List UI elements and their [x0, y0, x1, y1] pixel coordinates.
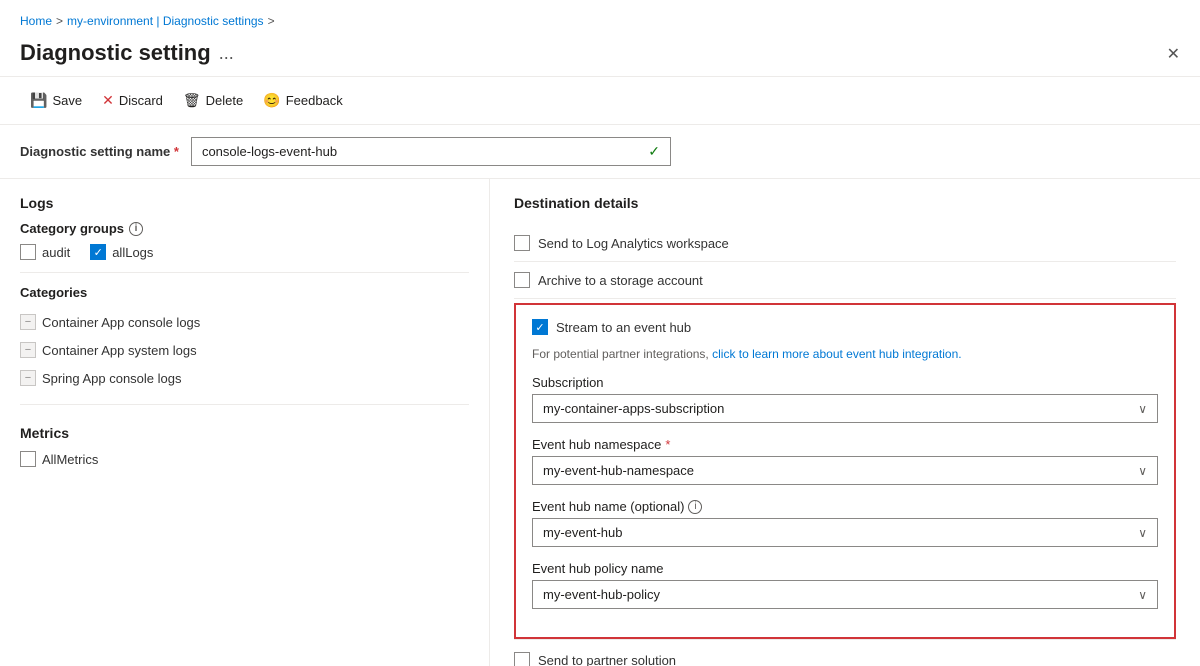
save-icon: 💾	[30, 92, 47, 109]
hub-name-arrow: ∨	[1138, 526, 1147, 540]
breadcrumb-sep1: >	[56, 14, 63, 28]
hub-name-value: my-event-hub	[543, 525, 1138, 540]
save-label: Save	[52, 93, 82, 108]
discard-button[interactable]: ✕ Discard	[92, 87, 173, 114]
breadcrumb-environment[interactable]: my-environment | Diagnostic settings	[67, 14, 264, 28]
page-title: Diagnostic setting	[20, 40, 211, 66]
categories-title: Categories	[20, 285, 469, 300]
allMetrics-checkbox-item[interactable]: AllMetrics	[20, 451, 469, 467]
main-content: Logs Category groups i audit allLogs Cat…	[0, 179, 1200, 666]
policy-name-field: Event hub policy name my-event-hub-polic…	[532, 561, 1158, 609]
feedback-label: Feedback	[286, 93, 343, 108]
namespace-arrow: ∨	[1138, 464, 1147, 478]
cat-checkbox-1[interactable]	[20, 342, 36, 358]
setting-name-input[interactable]	[202, 144, 648, 159]
breadcrumb: Home > my-environment | Diagnostic setti…	[0, 0, 1200, 36]
categories-section: Categories Container App console logs Co…	[20, 285, 469, 392]
event-hub-checkbox[interactable]	[532, 319, 548, 335]
storage-account-checkbox[interactable]	[514, 272, 530, 288]
event-hub-label: Stream to an event hub	[556, 320, 691, 335]
check-icon: ✓	[648, 143, 660, 160]
audit-checkbox-item[interactable]: audit	[20, 244, 70, 260]
audit-label: audit	[42, 245, 70, 260]
subscription-value: my-container-apps-subscription	[543, 401, 1138, 416]
breadcrumb-sep2: >	[268, 14, 275, 28]
delete-icon: 🗑	[183, 92, 201, 109]
cat-item-1: Container App system logs	[20, 336, 469, 364]
allLogs-checkbox-item[interactable]: allLogs	[90, 244, 153, 260]
policy-name-value: my-event-hub-policy	[543, 587, 1138, 602]
subscription-dropdown[interactable]: my-container-apps-subscription ∨	[532, 394, 1158, 423]
event-hub-info: For potential partner integrations, clic…	[532, 347, 1158, 361]
close-button[interactable]: ✕	[1167, 44, 1180, 64]
cat-label-0: Container App console logs	[42, 315, 200, 330]
cat-label-1: Container App system logs	[42, 343, 197, 358]
event-hub-box: Stream to an event hub For potential par…	[514, 303, 1176, 639]
right-panel: Destination details Send to Log Analytic…	[490, 179, 1200, 666]
log-analytics-item: Send to Log Analytics workspace	[514, 225, 1176, 262]
partner-solution-checkbox[interactable]	[514, 652, 530, 666]
namespace-label: Event hub namespace *	[532, 437, 1158, 452]
delete-button[interactable]: 🗑 Delete	[173, 87, 253, 114]
namespace-field: Event hub namespace * my-event-hub-names…	[532, 437, 1158, 485]
page-header: Diagnostic setting ... ✕	[0, 36, 1200, 77]
hub-name-field: Event hub name (optional) i my-event-hub…	[532, 499, 1158, 547]
destination-details-title: Destination details	[514, 195, 1176, 211]
name-field-row: Diagnostic setting name * ✓	[0, 125, 1200, 179]
page-container: Home > my-environment | Diagnostic setti…	[0, 0, 1200, 666]
hub-name-dropdown[interactable]: my-event-hub ∨	[532, 518, 1158, 547]
namespace-dropdown[interactable]: my-event-hub-namespace ∨	[532, 456, 1158, 485]
cat-checkbox-0[interactable]	[20, 314, 36, 330]
feedback-button[interactable]: 😊 Feedback	[253, 87, 353, 114]
subscription-field: Subscription my-container-apps-subscript…	[532, 375, 1158, 423]
logs-section-title: Logs	[20, 195, 469, 211]
left-panel: Logs Category groups i audit allLogs Cat…	[0, 179, 490, 666]
hub-name-label: Event hub name (optional) i	[532, 499, 1158, 514]
discard-label: Discard	[119, 93, 163, 108]
namespace-required: *	[665, 437, 670, 452]
metrics-title: Metrics	[20, 425, 469, 441]
cat-checkbox-2[interactable]	[20, 370, 36, 386]
log-analytics-label: Send to Log Analytics workspace	[538, 236, 729, 251]
policy-name-arrow: ∨	[1138, 588, 1147, 602]
storage-account-label: Archive to a storage account	[538, 273, 703, 288]
cat-label-2: Spring App console logs	[42, 371, 181, 386]
log-analytics-checkbox[interactable]	[514, 235, 530, 251]
setting-name-label: Diagnostic setting name *	[20, 144, 179, 159]
divider-1	[20, 272, 469, 273]
page-title-dots[interactable]: ...	[219, 43, 234, 64]
allLogs-checkbox[interactable]	[90, 244, 106, 260]
audit-checkbox[interactable]	[20, 244, 36, 260]
partner-solution-item: Send to partner solution	[514, 639, 1176, 666]
save-button[interactable]: 💾 Save	[20, 87, 92, 114]
event-hub-info-link[interactable]: click to learn more about event hub inte…	[712, 347, 961, 361]
discard-icon: ✕	[102, 92, 114, 109]
policy-name-label: Event hub policy name	[532, 561, 1158, 576]
namespace-value: my-event-hub-namespace	[543, 463, 1138, 478]
partner-solution-label: Send to partner solution	[538, 653, 676, 666]
policy-name-dropdown[interactable]: my-event-hub-policy ∨	[532, 580, 1158, 609]
breadcrumb-home[interactable]: Home	[20, 14, 52, 28]
cat-item-2: Spring App console logs	[20, 364, 469, 392]
category-groups-title: Category groups i	[20, 221, 469, 236]
allLogs-label: allLogs	[112, 245, 153, 260]
toolbar: 💾 Save ✕ Discard 🗑 Delete 😊 Feedback	[0, 77, 1200, 125]
hub-name-info-icon[interactable]: i	[688, 500, 702, 514]
metrics-section: Metrics AllMetrics	[20, 425, 469, 467]
category-groups-checkboxes: audit allLogs	[20, 244, 469, 260]
allMetrics-checkbox[interactable]	[20, 451, 36, 467]
storage-account-item: Archive to a storage account	[514, 262, 1176, 299]
setting-name-input-container[interactable]: ✓	[191, 137, 671, 166]
cat-item-0: Container App console logs	[20, 308, 469, 336]
allMetrics-label: AllMetrics	[42, 452, 98, 467]
divider-2	[20, 404, 469, 405]
subscription-label: Subscription	[532, 375, 1158, 390]
subscription-arrow: ∨	[1138, 402, 1147, 416]
feedback-icon: 😊	[263, 92, 280, 109]
category-groups-info-icon[interactable]: i	[129, 222, 143, 236]
delete-label: Delete	[206, 93, 244, 108]
event-hub-header: Stream to an event hub	[532, 319, 1158, 335]
name-required: *	[174, 144, 179, 159]
